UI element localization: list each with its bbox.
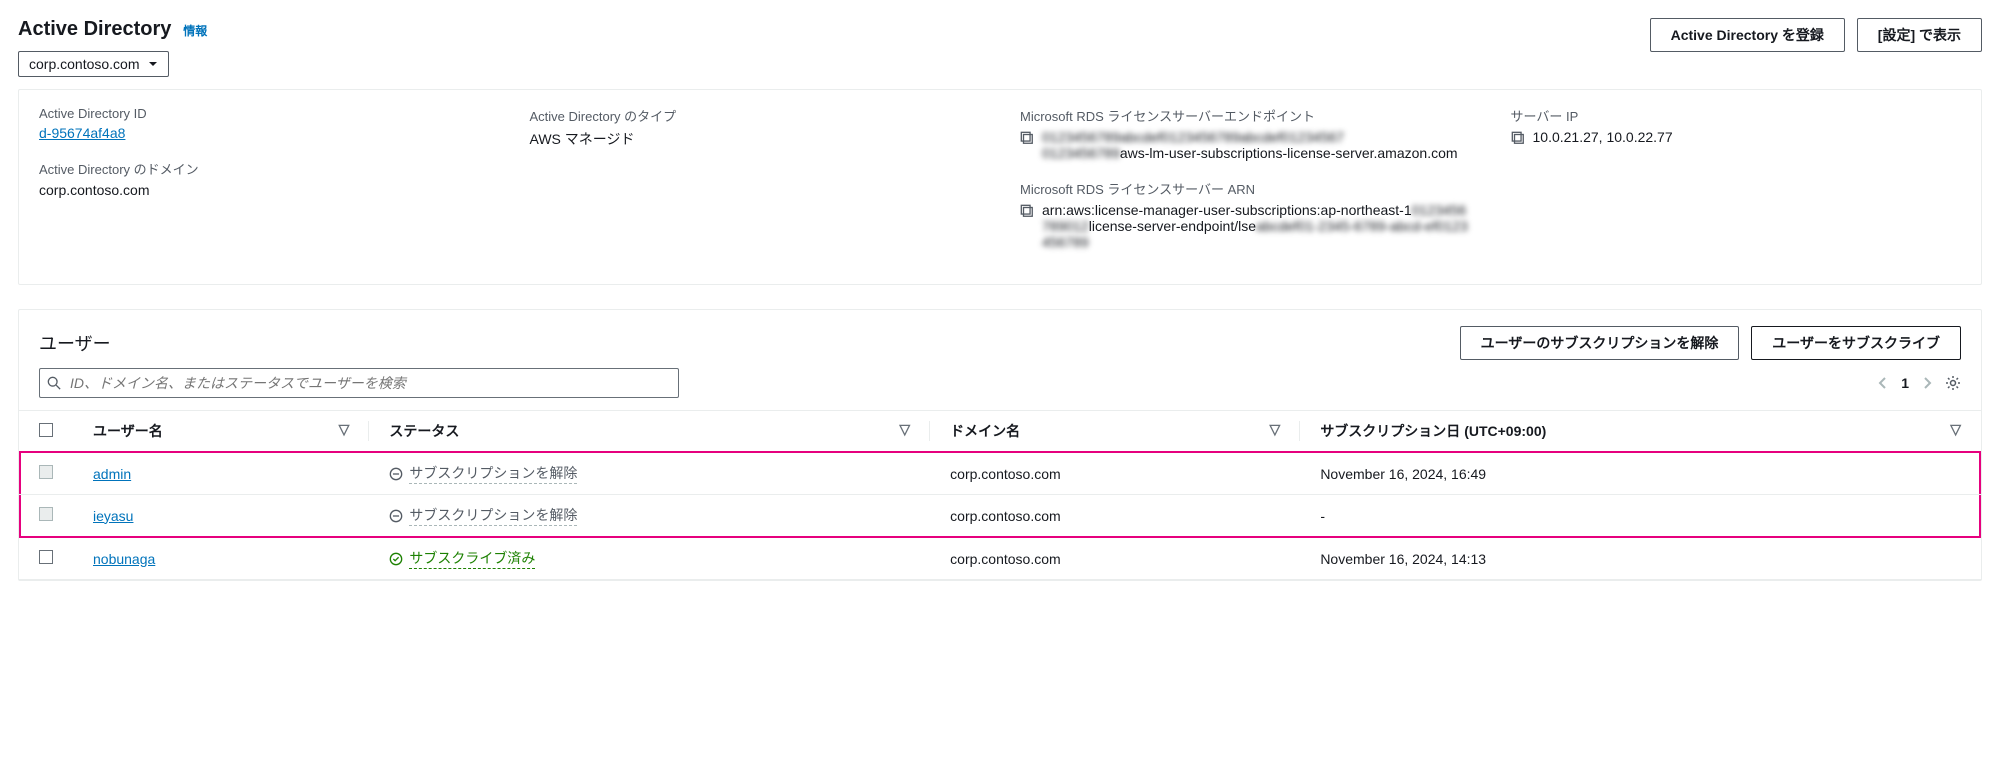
ad-domain-label: Active Directory のドメイン: [39, 159, 490, 178]
table-row: ieyasu サブスクリプションを解除 corp.contoso.com-: [19, 495, 1981, 538]
status-cell: サブスクライブ済み: [389, 548, 910, 569]
minus-circle-icon: [389, 509, 403, 523]
ad-id-label: Active Directory ID: [39, 106, 490, 121]
chevron-left-icon: [1877, 377, 1889, 389]
server-ip-label: サーバー IP: [1511, 106, 1962, 125]
col-status[interactable]: ステータス▽: [369, 411, 930, 453]
sub-date-cell: November 16, 2024, 14:13: [1300, 537, 1981, 580]
table-row: admin サブスクリプションを解除 corp.contoso.comNovembe…: [19, 452, 1981, 495]
user-search-input[interactable]: [39, 368, 679, 398]
copy-endpoint-button[interactable]: [1020, 131, 1034, 148]
row-checkbox: [39, 465, 53, 479]
domain-dropdown-value: corp.contoso.com: [29, 56, 140, 72]
username-link[interactable]: admin: [93, 466, 131, 482]
users-section-title: ユーザー: [39, 330, 111, 356]
table-row: nobunaga サブスクライブ済み corp.contoso.comNovembe…: [19, 537, 1981, 580]
users-section: ユーザー ユーザーのサブスクリプションを解除 ユーザーをサブスクライブ 1: [18, 309, 1982, 581]
prev-page-button[interactable]: [1877, 377, 1889, 389]
username-link[interactable]: nobunaga: [93, 551, 155, 567]
domain-cell: corp.contoso.com: [930, 495, 1300, 538]
username-link[interactable]: ieyasu: [93, 508, 133, 524]
caret-down-icon: [148, 59, 158, 69]
ad-type-label: Active Directory のタイプ: [530, 106, 981, 125]
arn-value: arn:aws:license-manager-user-subscriptio…: [1042, 202, 1471, 250]
ad-type-value: AWS マネージド: [530, 129, 981, 149]
show-settings-button[interactable]: [設定] で表示: [1857, 18, 1982, 52]
server-ip-value: 10.0.21.27, 10.0.22.77: [1533, 129, 1673, 145]
row-checkbox: [39, 507, 53, 521]
table-settings-button[interactable]: [1945, 375, 1961, 391]
chevron-right-icon: [1921, 377, 1933, 389]
ad-id-link[interactable]: d-95674af4a8: [39, 125, 125, 141]
domain-dropdown[interactable]: corp.contoso.com: [18, 51, 169, 77]
ad-domain-value: corp.contoso.com: [39, 182, 490, 198]
page-title: Active Directory: [18, 18, 171, 41]
page-number: 1: [1901, 375, 1909, 391]
gear-icon: [1945, 375, 1961, 391]
domain-cell: corp.contoso.com: [930, 452, 1300, 495]
row-checkbox[interactable]: [39, 550, 53, 564]
arn-label: Microsoft RDS ライセンスサーバー ARN: [1020, 179, 1471, 198]
unsubscribe-user-button[interactable]: ユーザーのサブスクリプションを解除: [1460, 326, 1740, 360]
copy-ip-button[interactable]: [1511, 131, 1525, 148]
col-username[interactable]: ユーザー名▽: [73, 411, 369, 453]
info-link[interactable]: 情報: [183, 24, 207, 38]
col-domain[interactable]: ドメイン名▽: [930, 411, 1300, 453]
status-cell: サブスクリプションを解除: [389, 463, 910, 484]
sub-date-cell: November 16, 2024, 16:49: [1300, 452, 1981, 495]
details-panel: Active Directory ID d-95674af4a8 Active …: [18, 89, 1982, 285]
next-page-button[interactable]: [1921, 377, 1933, 389]
sub-date-cell: -: [1300, 495, 1981, 538]
domain-cell: corp.contoso.com: [930, 537, 1300, 580]
endpoint-value: 0123456789abcdef0123456789abcdef01234567…: [1042, 129, 1458, 161]
copy-icon: [1511, 131, 1525, 145]
copy-icon: [1020, 131, 1034, 145]
search-icon: [47, 376, 61, 390]
status-cell: サブスクリプションを解除: [389, 505, 910, 526]
register-ad-button[interactable]: Active Directory を登録: [1650, 18, 1845, 52]
minus-circle-icon: [389, 467, 403, 481]
col-subdate[interactable]: サブスクリプション日 (UTC+09:00)▽: [1300, 411, 1981, 453]
endpoint-label: Microsoft RDS ライセンスサーバーエンドポイント: [1020, 106, 1471, 125]
copy-icon: [1020, 204, 1034, 218]
select-all-checkbox[interactable]: [39, 423, 53, 437]
subscribe-user-button[interactable]: ユーザーをサブスクライブ: [1751, 326, 1961, 360]
check-circle-icon: [389, 552, 403, 566]
users-table: ユーザー名▽ ステータス▽ ドメイン名▽ サブスクリプション日 (UTC+09:…: [19, 410, 1981, 580]
copy-arn-button[interactable]: [1020, 204, 1034, 221]
